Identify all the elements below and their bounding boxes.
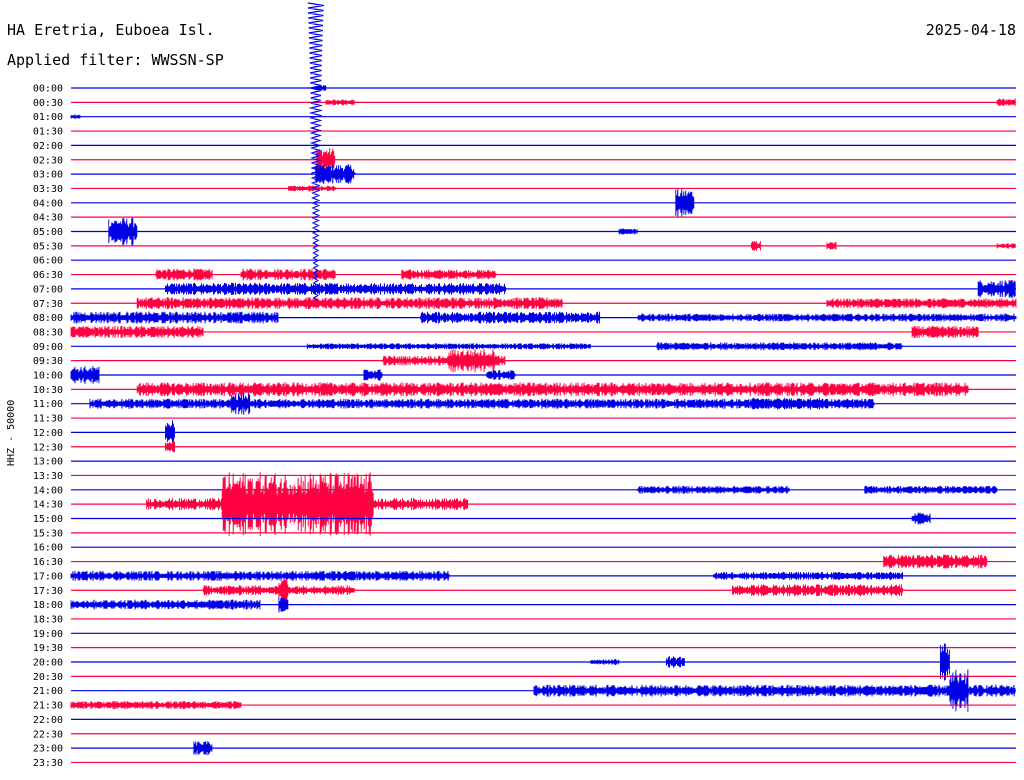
row-time-label: 18:30 (33, 614, 63, 625)
trace-group (70, 2, 1017, 764)
trace-signal (136, 297, 563, 310)
row-time-label: 12:30 (33, 442, 63, 453)
trace-signal (911, 512, 931, 525)
trace-signal (70, 325, 204, 338)
row-time-label: 14:00 (33, 485, 63, 496)
row-time-label: 17:00 (33, 571, 63, 582)
row-time-label: 02:00 (33, 141, 63, 152)
trace-signal (325, 99, 355, 106)
trace-signal (70, 366, 100, 384)
trace-signal (70, 599, 261, 610)
row-time-label: 08:00 (33, 313, 63, 324)
row-time-label: 05:00 (33, 227, 63, 238)
trace-signal (278, 578, 289, 602)
trace-signal (401, 269, 497, 280)
row-time-label: 13:00 (33, 457, 63, 468)
row-time-label: 13:30 (33, 471, 63, 482)
trace-signal (996, 98, 1016, 107)
trace-signal (486, 369, 516, 381)
trace-signal (996, 242, 1016, 249)
row-time-label: 21:00 (33, 686, 63, 697)
row-time-label: 01:30 (33, 127, 63, 138)
row-time-label: 20:00 (33, 658, 63, 669)
trace-signal (70, 701, 242, 710)
trace-signal (70, 570, 450, 581)
row-time-label: 20:30 (33, 672, 63, 683)
row-time-label: 10:00 (33, 371, 63, 382)
row-time-label: 02:30 (33, 155, 63, 166)
row-time-label: 15:00 (33, 514, 63, 525)
trace-signal (656, 342, 903, 351)
row-time-label: 00:30 (33, 98, 63, 109)
trace-signal (750, 240, 761, 251)
trace-signal (883, 554, 988, 569)
row-time-label: 14:30 (33, 500, 63, 511)
trace-signal (70, 311, 279, 324)
row-time-label: 07:30 (33, 299, 63, 310)
row-time-label: 12:00 (33, 428, 63, 439)
trace-signal (231, 392, 251, 415)
row-time-label: 06:30 (33, 270, 63, 281)
trace-signal (193, 741, 213, 756)
row-time-label: 16:30 (33, 557, 63, 568)
row-time-label: 03:30 (33, 184, 63, 195)
trace-signal (864, 485, 998, 494)
row-time-label: 23:00 (33, 744, 63, 755)
row-time-label: 16:00 (33, 543, 63, 554)
time-label-group: 00:00 00:30 01:00 01:30 02:00 02:30 03:00 03:30… (33, 84, 63, 769)
trace-signal (637, 313, 1017, 322)
trace-signal (826, 298, 1017, 309)
trace-signal (70, 114, 81, 120)
row-time-label: 22:30 (33, 729, 63, 740)
trace-signal (665, 656, 685, 668)
row-time-label: 18:00 (33, 600, 63, 611)
row-time-label: 11:30 (33, 414, 63, 425)
trace-signal (448, 348, 497, 373)
row-time-label: 19:00 (33, 629, 63, 640)
trace-signal (939, 643, 950, 681)
row-time-label: 08:30 (33, 327, 63, 338)
trace-signal (108, 217, 138, 246)
row-time-label: 01:00 (33, 112, 63, 123)
trace-signal (977, 279, 1016, 298)
trace-signal (618, 228, 638, 235)
row-time-label: 03:00 (33, 170, 63, 181)
trace-signal (165, 420, 175, 445)
helicorder-plot: 00:00 00:30 01:00 01:30 02:00 02:30 03:00 03:30… (33, 2, 1017, 769)
trace-signal (240, 268, 336, 281)
row-time-label: 05:30 (33, 241, 63, 252)
trace-signal (533, 684, 1016, 697)
trace-signal (637, 485, 790, 494)
row-time-label: 19:30 (33, 643, 63, 654)
row-time-label: 17:30 (33, 586, 63, 597)
row-time-label: 21:30 (33, 701, 63, 712)
trace-signal (826, 242, 837, 250)
row-time-label: 23:30 (33, 758, 63, 769)
trace-signal (306, 343, 591, 350)
trace-signal (155, 268, 213, 281)
row-time-label: 04:00 (33, 198, 63, 209)
trace-signal (165, 282, 506, 295)
row-time-label: 10:30 (33, 385, 63, 396)
trace-signal (221, 472, 374, 537)
row-time-label: 00:00 (33, 84, 63, 95)
row-time-label: 07:00 (33, 284, 63, 295)
trace-signal (713, 571, 904, 580)
trace-signal (732, 584, 903, 597)
row-time-label: 15:30 (33, 528, 63, 539)
row-time-label: 09:00 (33, 342, 63, 353)
row-time-label: 04:30 (33, 213, 63, 224)
row-time-label: 22:00 (33, 715, 63, 726)
row-time-label: 06:00 (33, 256, 63, 267)
trace-signal (590, 658, 620, 666)
trace-signal (420, 311, 601, 324)
trace-signal (165, 441, 175, 453)
trace-signal (136, 382, 969, 397)
trace-signal (287, 185, 336, 192)
trace-signal (911, 325, 979, 338)
trace-signal (363, 369, 383, 381)
row-time-label: 11:00 (33, 399, 63, 410)
row-time-label: 09:30 (33, 356, 63, 367)
trace-signal (675, 188, 695, 217)
